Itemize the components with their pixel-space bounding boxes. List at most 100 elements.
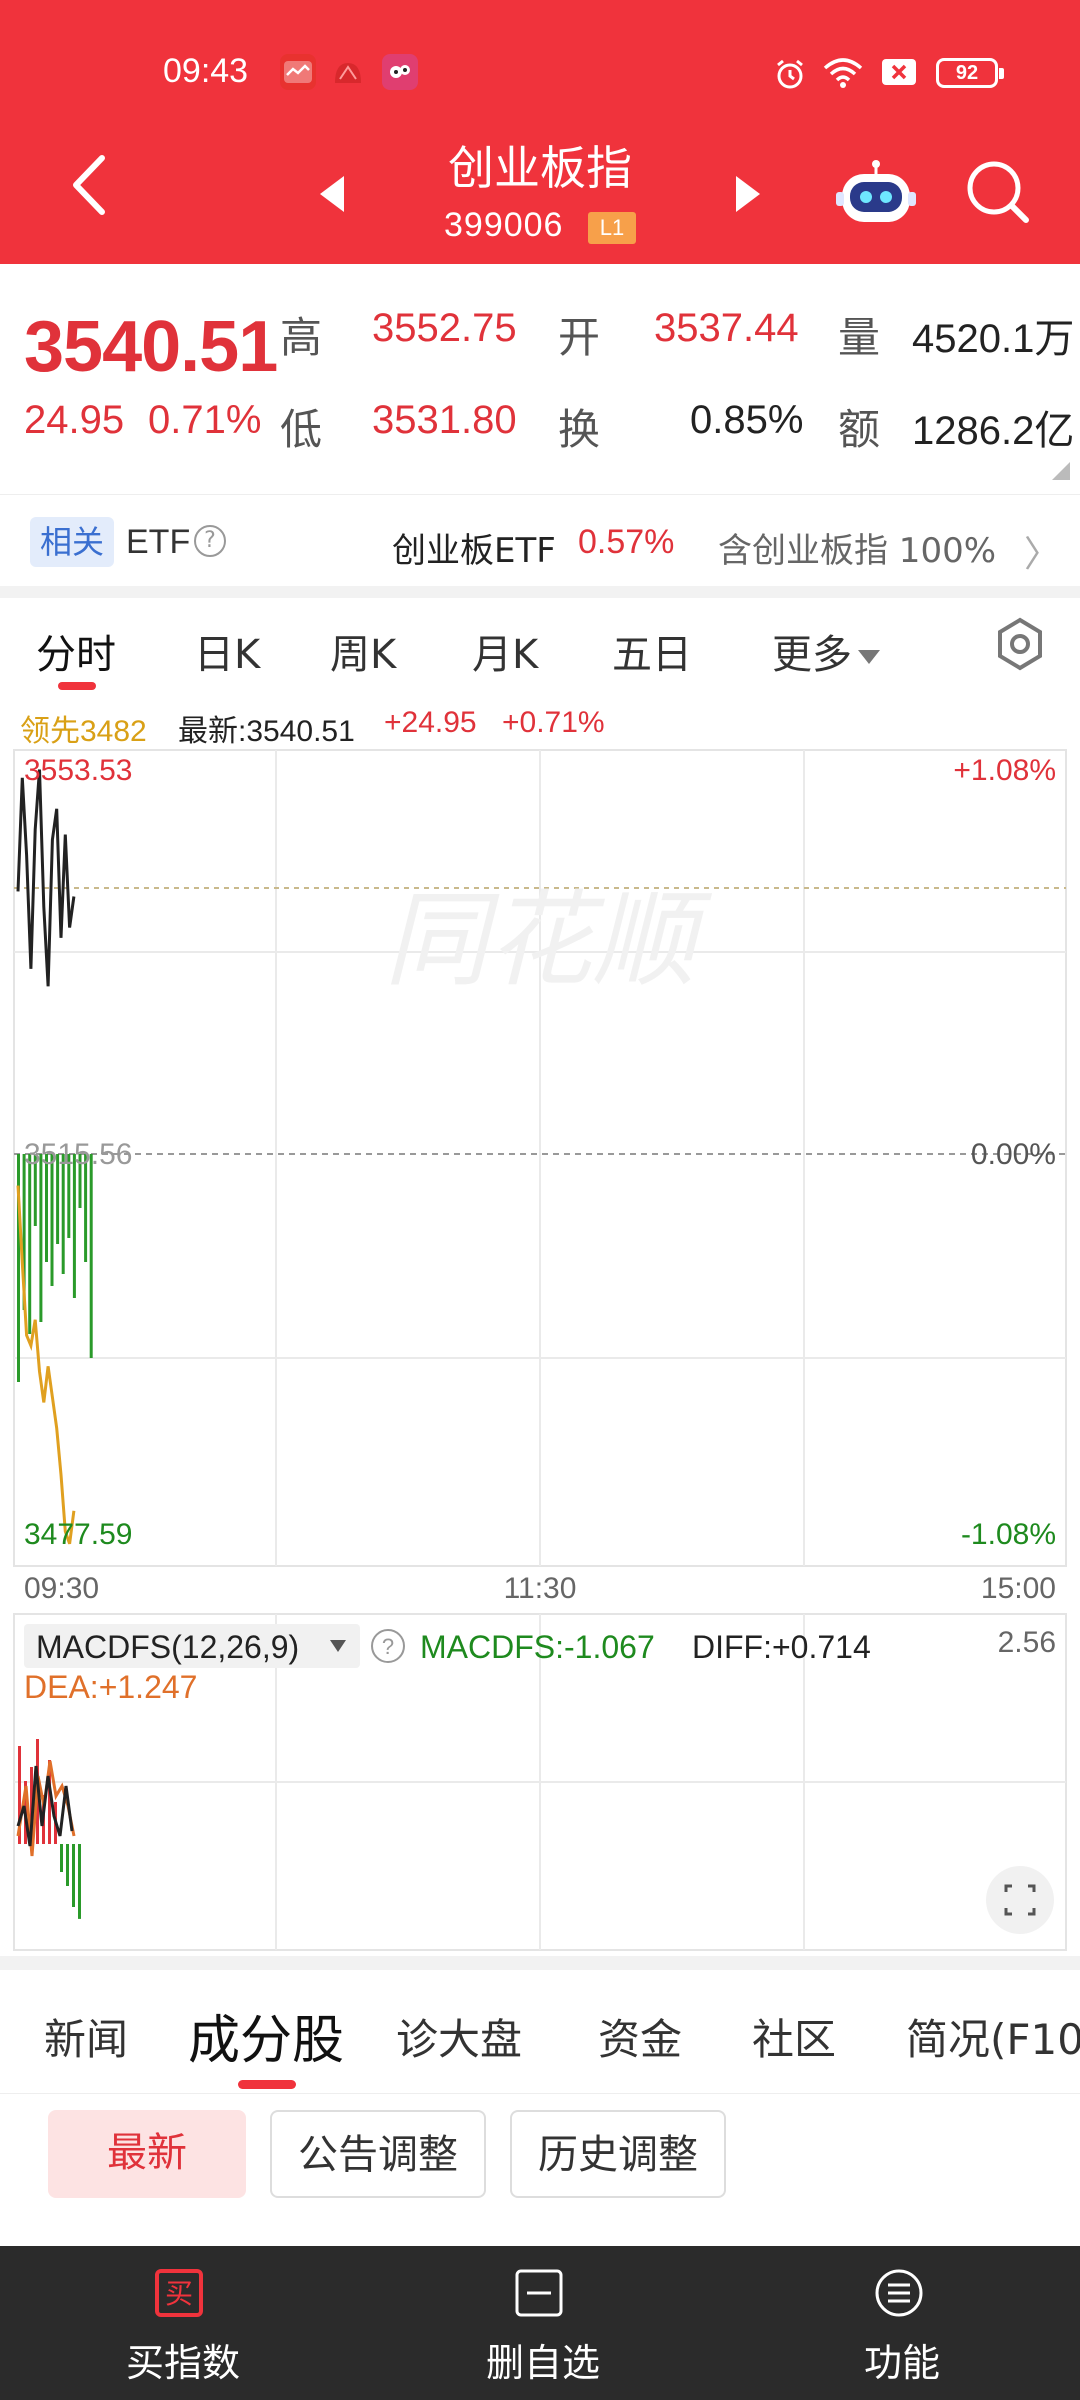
price-change-pct: 0.71%: [148, 398, 262, 442]
axis-price-mid: 3515.56: [24, 1138, 132, 1171]
tab-funds[interactable]: 资金: [598, 2006, 682, 2067]
back-icon[interactable]: [64, 150, 114, 220]
quote-panel: 3540.51 24.95 0.71% 高 3552.75 开 3537.44 …: [0, 264, 1080, 494]
macd-bar: [60, 1844, 63, 1872]
tab-monthly-k[interactable]: 月K: [472, 622, 538, 680]
macd-bar: [66, 1844, 69, 1886]
intraday-chart[interactable]: 同花顺 3553.53 +1.08% 3515.56 0.00% 3477.59…: [0, 746, 1080, 1951]
info-tabs: 新闻 成分股 诊大盘 资金 社区 简况(F10): [0, 1970, 1080, 2094]
chevron-right-icon: 〉: [1024, 534, 1061, 575]
filter-chips: 最新 公告调整 历史调整: [0, 2094, 1080, 2244]
tab-constituents[interactable]: 成分股: [188, 1998, 344, 2073]
volume-label: 量: [838, 313, 881, 362]
next-stock-icon[interactable]: [736, 176, 760, 212]
alarm-icon: [772, 56, 808, 100]
buy-icon: 买: [155, 2269, 203, 2317]
macd-bar: [72, 1844, 75, 1907]
related-etf-row[interactable]: 相关 ETF ? 创业板ETF 0.57% 含创业板指 100% 〉: [0, 494, 1080, 586]
volume-bar: [61, 1154, 65, 1274]
buy-icon-text: 买: [165, 2277, 193, 2310]
current-price: 3540.51: [24, 307, 278, 387]
chip-history-adjust[interactable]: 历史调整: [510, 2110, 726, 2198]
bottom-action-bar: 买 买指数 删自选 功能: [0, 2246, 1080, 2400]
chip-latest[interactable]: 最新: [48, 2110, 246, 2198]
function-menu-button[interactable]: 功能: [810, 2246, 990, 2400]
open-label: 开: [558, 313, 601, 362]
etf-contains: 含创业板指 100%: [718, 531, 997, 571]
related-tag: 相关: [30, 517, 114, 567]
settings-icon[interactable]: [992, 616, 1048, 672]
tab-weekly-k[interactable]: 周K: [330, 622, 396, 680]
chip-announcement-adjust[interactable]: 公告调整: [270, 2110, 486, 2198]
price-line: [16, 769, 76, 987]
turnover-value: 0.85%: [690, 398, 804, 442]
volume-bar: [50, 1154, 54, 1286]
level-badge: L1: [588, 212, 636, 244]
buy-label: 买指数: [126, 2341, 241, 2385]
chart-tabs: 分时 日K 周K 月K 五日 更多: [0, 598, 1080, 694]
macd-help-text: ?: [382, 1634, 394, 1659]
tab-intraday[interactable]: 分时: [36, 622, 116, 680]
page-title: 创业板指: [448, 141, 632, 195]
axis-pct-high: +1.08%: [953, 754, 1056, 787]
remove-watchlist-button[interactable]: 删自选: [450, 2246, 630, 2400]
axis-price-high: 3553.53: [24, 754, 132, 787]
tab-daily-k[interactable]: 日K: [194, 622, 260, 680]
expand-corner-icon[interactable]: [1052, 462, 1070, 480]
dea-value: DEA:+1.247: [24, 1669, 197, 1705]
legend-pct: +0.71%: [502, 706, 605, 739]
tab-five-day[interactable]: 五日: [612, 622, 692, 680]
buy-index-button[interactable]: 买 买指数: [90, 2246, 270, 2400]
volume-bar: [39, 1154, 43, 1322]
high-value: 3552.75: [372, 306, 517, 350]
remove-icon: [515, 2269, 563, 2317]
etf-name: 创业板ETF: [392, 531, 556, 571]
remove-label: 删自选: [486, 2341, 601, 2385]
search-icon[interactable]: [962, 156, 1034, 228]
news-app-icon: [330, 54, 366, 90]
assistant-robot-icon[interactable]: [836, 158, 916, 228]
amount-value: 1286.2亿: [912, 409, 1075, 453]
tab-more[interactable]: 更多: [772, 622, 880, 680]
intraday-chart-svg: 同花顺 3553.53 +1.08% 3515.56 0.00% 3477.59…: [13, 749, 1067, 1951]
fullscreen-button[interactable]: [986, 1866, 1054, 1934]
sim-off-icon: [880, 56, 918, 96]
amount-label: 额: [838, 405, 881, 454]
price-change: 24.95: [24, 398, 125, 442]
function-label: 功能: [864, 2341, 941, 2385]
macd-name: MACDFS(12,26,9): [36, 1629, 299, 1665]
chart-legend: 领先3482 最新:3540.51 +24.95 +0.71%: [0, 700, 1080, 748]
wifi-icon: [822, 56, 864, 98]
open-value: 3537.44: [654, 306, 799, 350]
help-icon[interactable]: ?: [194, 525, 226, 557]
active-tab-indicator: [58, 682, 96, 690]
header: 09:43 92 创业板指 399006 L1: [0, 0, 1080, 264]
status-time: 09:43: [163, 52, 249, 90]
volume-bar: [28, 1154, 32, 1334]
battery-indicator: 92: [936, 58, 1004, 88]
tab-market-diagnosis[interactable]: 诊大盘: [396, 2006, 522, 2067]
stock-code: 399006: [444, 206, 564, 244]
turnover-label: 换: [558, 405, 601, 454]
legend-leading: 领先3482: [20, 715, 147, 748]
watermark-text: 同花顺: [384, 879, 713, 1001]
axis-pct-low: -1.08%: [961, 1518, 1056, 1551]
legend-latest: 最新:3540.51: [178, 715, 355, 748]
high-label: 高: [280, 313, 323, 362]
tab-more-label: 更多: [772, 632, 852, 678]
etf-change-pct: 0.57%: [578, 523, 675, 561]
time-label-end: 15:00: [981, 1572, 1056, 1605]
active-info-tab-indicator: [238, 2080, 296, 2089]
divider: [0, 1956, 1080, 1970]
macd-top-value: 2.56: [998, 1626, 1056, 1659]
divider: [0, 586, 1080, 598]
low-value: 3531.80: [372, 398, 517, 442]
video-app-icon: [382, 54, 418, 90]
volume-bar: [89, 1154, 93, 1358]
status-bar: 09:43 92: [0, 48, 1080, 98]
time-label-start: 09:30: [24, 1572, 99, 1605]
tab-news[interactable]: 新闻: [44, 2006, 128, 2067]
macd-bar: [78, 1844, 81, 1919]
tab-community[interactable]: 社区: [752, 2006, 836, 2067]
tab-profile[interactable]: 简况(F10): [906, 2006, 1080, 2067]
